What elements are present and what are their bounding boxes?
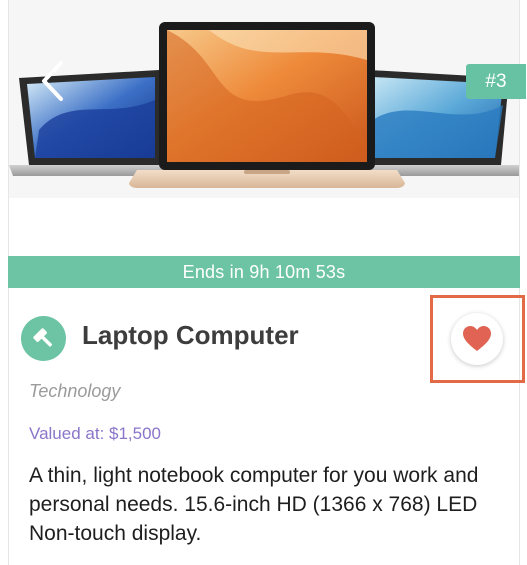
gavel-icon [32, 327, 52, 347]
chevron-left-icon [42, 61, 63, 101]
heart-icon [463, 326, 491, 351]
category-label: Technology [29, 381, 121, 401]
item-description: A thin, light notebook computer for you … [29, 464, 479, 545]
favorite-button[interactable] [451, 313, 503, 365]
rank-badge: #3 [466, 64, 526, 99]
back-button[interactable] [39, 60, 79, 110]
valued-at-text: Valued at: $1,500 [29, 424, 162, 443]
laptop-image [9, 22, 519, 188]
countdown-text: Ends in 9h 10m 53s [182, 261, 346, 282]
item-title: Laptop Computer [82, 320, 299, 350]
category-badge [21, 316, 66, 361]
hero-image [9, 0, 519, 198]
countdown-banner: Ends in 9h 10m 53s [8, 256, 520, 288]
